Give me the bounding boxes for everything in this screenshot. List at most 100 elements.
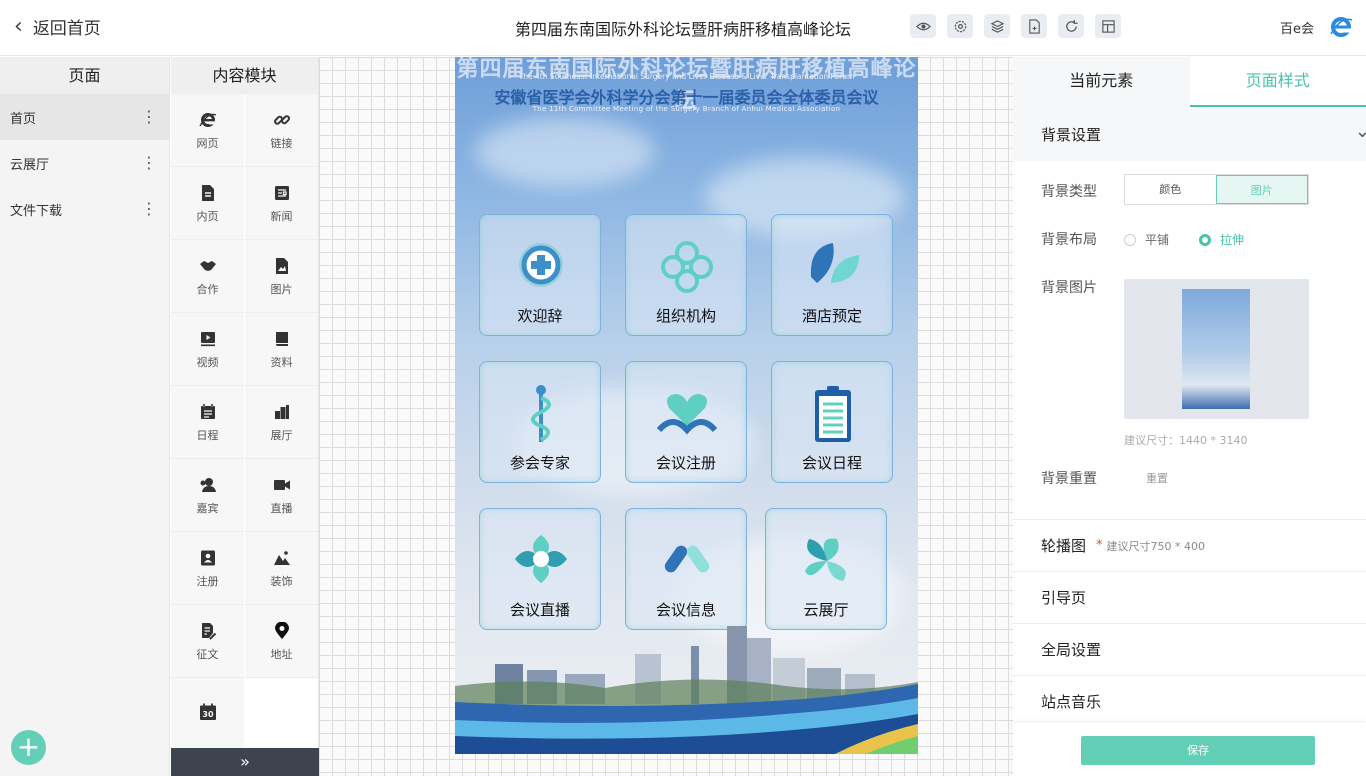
module-live[interactable]: 直播 <box>245 459 318 532</box>
add-page-button[interactable]: + <box>11 730 46 765</box>
module-grid: 网页 链接 内页 新闻 合作 图片 视频 资料 日程 展厅 嘉宾 直播 注册 装… <box>171 94 318 751</box>
layout-button[interactable] <box>1095 14 1121 38</box>
more-icon[interactable]: ⋮ <box>141 109 157 125</box>
calendar-icon <box>198 402 218 422</box>
expand-modules-button[interactable]: » <box>171 748 319 776</box>
radio-dot <box>1199 233 1211 246</box>
bg-image-thumbnail <box>1182 289 1250 409</box>
gear-icon <box>954 20 966 32</box>
carousel-section[interactable]: 轮播图 * 建议尺寸750 * 400 <box>1013 519 1366 571</box>
preview-button[interactable] <box>910 14 936 38</box>
bg-image-label: 背景图片 <box>1041 280 1097 296</box>
guide-page-section[interactable]: 引导页 <box>1013 571 1366 623</box>
more-icon[interactable]: ⋮ <box>141 201 157 217</box>
tile-organization[interactable]: 组织机构 <box>625 214 747 336</box>
required-star: * <box>1096 538 1103 553</box>
page-title: 第四届东南国际外科论坛暨肝病肝移植高峰论坛 <box>514 20 851 39</box>
location-icon <box>272 621 292 641</box>
tile-hotel[interactable]: 酒店预定 <box>771 214 893 336</box>
bg-type-color-option[interactable]: 颜色 <box>1125 175 1216 204</box>
tab-current-element[interactable]: 当前元素 <box>1013 57 1190 107</box>
cloud <box>475 117 655 187</box>
module-label: 展厅 <box>270 428 293 442</box>
back-home-label: 返回首页 <box>32 19 101 39</box>
bg-type-image-option[interactable]: 图片 <box>1215 175 1308 204</box>
module-label: 新闻 <box>270 209 293 223</box>
module-label: 日程 <box>196 428 219 442</box>
modules-column: 内容模块 网页 链接 内页 新闻 合作 图片 视频 资料 日程 展厅 嘉宾 直播… <box>171 57 319 776</box>
global-settings-section[interactable]: 全局设置 <box>1013 623 1366 675</box>
module-schedule[interactable]: 日程 <box>171 386 244 459</box>
layers-button[interactable] <box>984 14 1010 38</box>
news-icon <box>272 183 292 203</box>
module-link[interactable]: 链接 <box>245 94 318 167</box>
bg-reset-button[interactable]: 重置 <box>1146 470 1168 486</box>
tile-live[interactable]: 会议直播 <box>479 508 601 630</box>
module-decoration[interactable]: 装饰 <box>245 532 318 605</box>
refresh-icon <box>1065 19 1078 32</box>
carousel-hint: 建议尺寸750 * 400 <box>1106 539 1205 553</box>
tile-registration[interactable]: 会议注册 <box>625 361 747 483</box>
module-inner-page[interactable]: 内页 <box>171 167 244 240</box>
petal-icon <box>515 535 567 583</box>
page-item-label: 文件下载 <box>10 203 63 219</box>
module-calendar-30[interactable]: 30 <box>171 678 244 751</box>
module-webpage[interactable]: 网页 <box>171 94 244 167</box>
site-music-section[interactable]: 站点音乐 <box>1013 675 1366 727</box>
pill-icon <box>664 545 710 573</box>
city-skyline-image <box>455 626 918 754</box>
tile-schedule[interactable]: 会议日程 <box>771 361 893 483</box>
bg-image-upload[interactable] <box>1124 279 1309 419</box>
module-label: 资料 <box>270 355 293 369</box>
module-cooperation[interactable]: 合作 <box>171 240 244 313</box>
bg-layout-tile-radio[interactable]: 平铺 <box>1124 231 1169 248</box>
save-button[interactable]: 保存 <box>1081 736 1315 765</box>
tile-experts[interactable]: 参会专家 <box>479 361 601 483</box>
module-video[interactable]: 视频 <box>171 313 244 386</box>
tile-label: 会议日程 <box>801 454 862 472</box>
bg-layout-stretch-radio[interactable]: 拉伸 <box>1199 231 1244 248</box>
more-icon[interactable]: ⋮ <box>141 155 157 171</box>
module-news[interactable]: 新闻 <box>245 167 318 240</box>
export-button[interactable] <box>1021 14 1047 38</box>
module-label: 装饰 <box>270 574 293 588</box>
module-register[interactable]: 注册 <box>171 532 244 605</box>
heart-hands-icon <box>657 394 717 435</box>
tile-label: 欢迎辞 <box>517 307 563 325</box>
tile-label: 组织机构 <box>655 307 716 325</box>
tab-page-style[interactable]: 页面样式 <box>1189 57 1366 107</box>
refresh-button[interactable] <box>1058 14 1084 38</box>
page-item-label: 首页 <box>10 111 37 127</box>
leaf-icon <box>810 243 859 283</box>
page-item-downloads[interactable]: 文件下载 ⋮ <box>0 186 169 232</box>
decoration-icon <box>272 548 292 568</box>
tile-welcome[interactable]: 欢迎辞 <box>479 214 601 336</box>
module-materials[interactable]: 资料 <box>245 313 318 386</box>
back-home-button[interactable]: ‹ 返回首页 <box>14 14 101 39</box>
module-label: 图片 <box>270 282 293 296</box>
banner-title-en: The 4th Southeast International Surgery … <box>518 72 855 81</box>
module-guests[interactable]: 嘉宾 <box>171 459 244 532</box>
tile-cloud-hall[interactable]: 云展厅 <box>765 508 887 630</box>
phone-preview[interactable]: 第四届东南国际外科论坛暨肝病肝移植高峰论坛 The 4th Southeast … <box>455 57 918 754</box>
properties-panel: 当前元素 页面样式 背景设置 ⌄ 背景类型 颜色 图片 背景布局 平铺 拉伸 背… <box>1013 57 1366 776</box>
page-item-cloud-hall[interactable]: 云展厅 ⋮ <box>0 140 169 186</box>
modules-header: 内容模块 <box>171 57 318 94</box>
register-icon <box>198 548 218 568</box>
module-exhibition[interactable]: 展厅 <box>245 386 318 459</box>
user-name[interactable]: 百e会 <box>1280 18 1314 37</box>
settings-button[interactable] <box>947 14 973 38</box>
module-address[interactable]: 地址 <box>245 605 318 678</box>
tile-label: 会议直播 <box>509 601 570 619</box>
module-label: 视频 <box>196 355 219 369</box>
module-essay[interactable]: 征文 <box>171 605 244 678</box>
tile-info[interactable]: 会议信息 <box>625 508 747 630</box>
module-image[interactable]: 图片 <box>245 240 318 313</box>
page-item-home[interactable]: 首页 ⋮ <box>0 94 169 140</box>
module-label: 地址 <box>270 647 293 661</box>
background-settings-header[interactable]: 背景设置 ⌄ <box>1013 107 1366 161</box>
bg-image-hint: 建议尺寸：1440 * 3140 <box>1124 434 1248 447</box>
design-canvas[interactable]: 第四届东南国际外科论坛暨肝病肝移植高峰论坛 The 4th Southeast … <box>319 57 1013 776</box>
panel-tabs: 当前元素 页面样式 <box>1013 57 1366 107</box>
link-icon <box>272 110 292 130</box>
